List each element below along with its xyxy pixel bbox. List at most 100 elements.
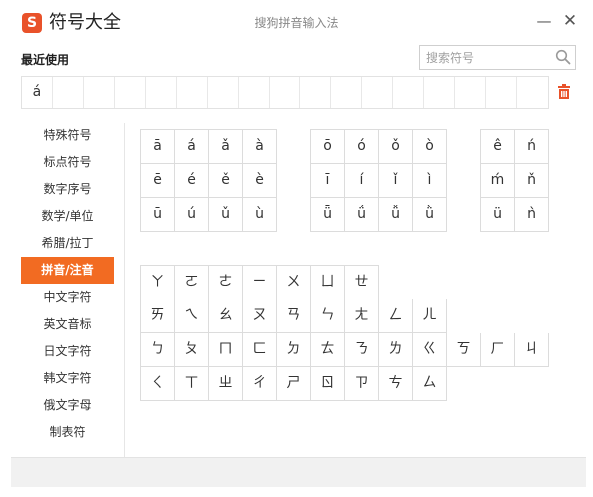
search-icon[interactable]	[555, 49, 571, 65]
bopomofo-symbol-cell[interactable]: ㄛ	[175, 266, 209, 300]
bopomofo-symbol-cell[interactable]: ㄏ	[481, 333, 515, 367]
pinyin-symbol-cell[interactable]: ǎ	[209, 130, 243, 164]
recent-symbol-cell[interactable]	[84, 77, 115, 108]
pinyin-symbol-cell[interactable]: ǐ	[379, 164, 413, 198]
bopomofo-symbol-cell[interactable]: ㄘ	[379, 367, 413, 401]
bopomofo-symbol-cell[interactable]: ㄙ	[413, 367, 447, 401]
recent-symbol-cell[interactable]	[362, 77, 394, 108]
sidebar-item[interactable]: 英文音标	[21, 311, 114, 338]
bopomofo-symbol-cell[interactable]: ㄨ	[277, 266, 311, 300]
recent-symbol-cell[interactable]	[270, 77, 301, 108]
pinyin-symbol-cell[interactable]: ê	[481, 130, 515, 164]
sidebar-item[interactable]: 中文字符	[21, 284, 114, 311]
sidebar-item[interactable]: 标点符号	[21, 149, 114, 176]
pinyin-symbol-cell[interactable]: ǜ	[413, 198, 447, 232]
sidebar-item[interactable]: 数学/单位	[21, 203, 114, 230]
pinyin-symbol-cell[interactable]: ü	[481, 198, 515, 232]
trash-icon[interactable]	[557, 84, 571, 99]
pinyin-symbol-cell[interactable]: ù	[243, 198, 277, 232]
pinyin-symbol-cell[interactable]: ǖ	[311, 198, 345, 232]
bopomofo-symbol-cell[interactable]: ㄒ	[175, 367, 209, 401]
recent-symbol-cell[interactable]	[517, 77, 548, 108]
pinyin-symbol-cell[interactable]: ā	[141, 130, 175, 164]
recent-symbol-cell[interactable]	[239, 77, 270, 108]
recent-symbol-cell[interactable]	[331, 77, 363, 108]
pinyin-symbol-cell[interactable]: ē	[141, 164, 175, 198]
pinyin-symbol-cell[interactable]: ḿ	[481, 164, 515, 198]
bopomofo-symbol-cell[interactable]: ㄓ	[209, 367, 243, 401]
pinyin-symbol-cell[interactable]: ǔ	[209, 198, 243, 232]
pinyin-symbol-cell[interactable]: à	[243, 130, 277, 164]
sidebar-item[interactable]: 数字序号	[21, 176, 114, 203]
bopomofo-symbol-cell[interactable]: ㄋ	[345, 333, 379, 367]
pinyin-symbol-cell[interactable]: ň	[515, 164, 549, 198]
recent-symbol-cell[interactable]	[115, 77, 146, 108]
pinyin-symbol-cell[interactable]: ū	[141, 198, 175, 232]
pinyin-symbol-cell[interactable]: í	[345, 164, 379, 198]
bopomofo-symbol-cell[interactable]: ㄟ	[175, 299, 209, 333]
sidebar-item[interactable]: 韩文字符	[21, 365, 114, 392]
bopomofo-symbol-cell[interactable]: ㄍ	[413, 333, 447, 367]
recent-symbol-cell[interactable]	[424, 77, 456, 108]
bopomofo-symbol-cell[interactable]: ㄞ	[141, 299, 175, 333]
minimize-button[interactable]: —	[535, 12, 553, 30]
pinyin-symbol-cell[interactable]: ǹ	[515, 198, 549, 232]
bopomofo-symbol-cell[interactable]: ㄣ	[311, 299, 345, 333]
bopomofo-symbol-cell[interactable]: ㄜ	[209, 266, 243, 300]
recent-symbol-cell[interactable]	[208, 77, 239, 108]
search-input[interactable]	[420, 46, 552, 69]
sidebar-item[interactable]: 制表符	[21, 419, 114, 446]
recent-symbol-cell[interactable]	[486, 77, 517, 108]
pinyin-symbol-cell[interactable]: ǘ	[345, 198, 379, 232]
bopomofo-symbol-cell[interactable]: ㄩ	[311, 266, 345, 300]
bopomofo-symbol-cell[interactable]: ㄦ	[413, 299, 447, 333]
sidebar-item[interactable]: 拼音/注音	[21, 257, 114, 284]
sidebar-item[interactable]: 日文字符	[21, 338, 114, 365]
bopomofo-symbol-cell[interactable]: ㄚ	[141, 266, 175, 300]
bopomofo-symbol-cell[interactable]: ㄕ	[277, 367, 311, 401]
bopomofo-symbol-cell[interactable]: ㄥ	[379, 299, 413, 333]
sidebar-item[interactable]: 希腊/拉丁	[21, 230, 114, 257]
pinyin-symbol-cell[interactable]: ò	[413, 130, 447, 164]
pinyin-symbol-cell[interactable]: ǒ	[379, 130, 413, 164]
bopomofo-symbol-cell[interactable]: ㄅ	[141, 333, 175, 367]
pinyin-symbol-cell[interactable]: ī	[311, 164, 345, 198]
bopomofo-symbol-cell[interactable]: ㄗ	[345, 367, 379, 401]
recent-symbol-cell[interactable]	[177, 77, 208, 108]
bopomofo-symbol-cell[interactable]: ㄈ	[243, 333, 277, 367]
bopomofo-symbol-cell[interactable]: ㄎ	[447, 333, 481, 367]
bopomofo-symbol-cell[interactable]: ㄧ	[243, 266, 277, 300]
recent-symbol-cell[interactable]	[393, 77, 425, 108]
sidebar-item[interactable]: 俄文字母	[21, 392, 114, 419]
recent-symbol-cell[interactable]	[300, 77, 332, 108]
bopomofo-symbol-cell[interactable]: ㄠ	[209, 299, 243, 333]
recent-symbol-cell[interactable]: á	[22, 77, 53, 108]
bopomofo-symbol-cell[interactable]: ㄊ	[311, 333, 345, 367]
pinyin-symbol-cell[interactable]: ó	[345, 130, 379, 164]
bopomofo-symbol-cell[interactable]: ㄡ	[243, 299, 277, 333]
pinyin-symbol-cell[interactable]: ǚ	[379, 198, 413, 232]
recent-symbol-cell[interactable]	[146, 77, 177, 108]
bopomofo-symbol-cell[interactable]: ㄑ	[141, 367, 175, 401]
bopomofo-symbol-cell[interactable]: ㄖ	[311, 367, 345, 401]
pinyin-symbol-cell[interactable]: è	[243, 164, 277, 198]
bopomofo-symbol-cell[interactable]: ㄐ	[515, 333, 549, 367]
bopomofo-symbol-cell[interactable]: ㄤ	[345, 299, 379, 333]
pinyin-symbol-cell[interactable]: ě	[209, 164, 243, 198]
bopomofo-symbol-cell[interactable]: ㄉ	[277, 333, 311, 367]
bopomofo-symbol-cell[interactable]: ㄝ	[345, 266, 379, 300]
bopomofo-symbol-cell[interactable]: ㄌ	[379, 333, 413, 367]
pinyin-symbol-cell[interactable]: é	[175, 164, 209, 198]
pinyin-symbol-cell[interactable]: ì	[413, 164, 447, 198]
bopomofo-symbol-cell[interactable]: ㄔ	[243, 367, 277, 401]
sidebar-item[interactable]: 特殊符号	[21, 122, 114, 149]
bopomofo-symbol-cell[interactable]: ㄆ	[175, 333, 209, 367]
pinyin-symbol-cell[interactable]: ō	[311, 130, 345, 164]
pinyin-symbol-cell[interactable]: ú	[175, 198, 209, 232]
bopomofo-symbol-cell[interactable]: ㄇ	[209, 333, 243, 367]
recent-symbol-cell[interactable]	[455, 77, 487, 108]
pinyin-symbol-cell[interactable]: ń	[515, 130, 549, 164]
close-button[interactable]: ✕	[561, 12, 579, 30]
recent-symbol-cell[interactable]	[53, 77, 84, 108]
bopomofo-symbol-cell[interactable]: ㄢ	[277, 299, 311, 333]
